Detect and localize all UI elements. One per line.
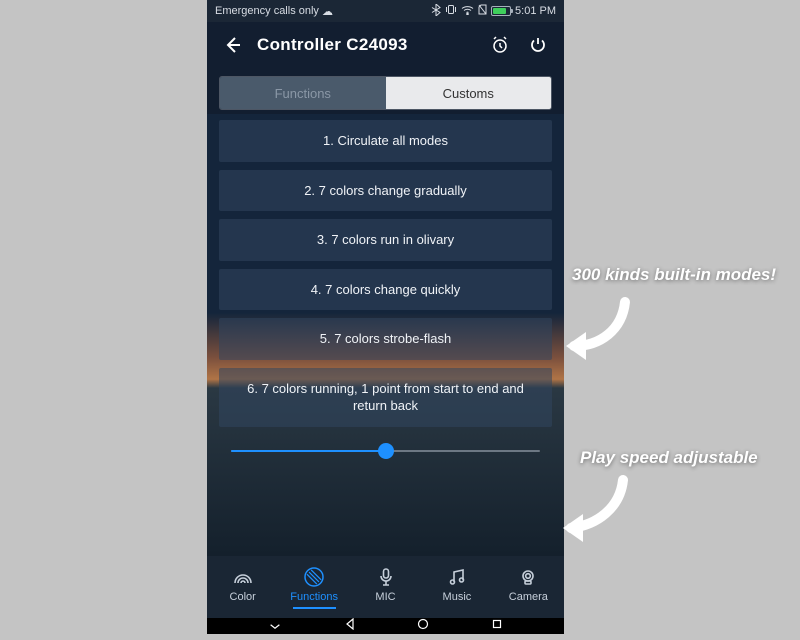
bottom-tab-bar: Color Functions MIC Music: [207, 556, 564, 618]
speed-slider[interactable]: [219, 427, 552, 469]
music-icon: [446, 566, 468, 588]
mode-item[interactable]: 5. 7 colors strobe-flash: [219, 318, 552, 360]
page-title: Controller C24093: [257, 35, 476, 55]
tab-functions-bottom[interactable]: Functions: [278, 556, 349, 618]
android-nav-bar: [207, 618, 564, 634]
mode-list: 1. Circulate all modes 2. 7 colors chang…: [219, 120, 552, 427]
bluetooth-icon: [431, 4, 441, 19]
mode-item[interactable]: 2. 7 colors change gradually: [219, 170, 552, 212]
mic-icon: [375, 566, 397, 588]
tab-mic[interactable]: MIC: [350, 556, 421, 618]
arrow-icon: [560, 290, 640, 370]
tab-color[interactable]: Color: [207, 556, 278, 618]
wifi-icon: [461, 5, 474, 18]
phone-frame: Emergency calls only ☁ 5:01 PM Controlle…: [207, 0, 564, 634]
arrow-icon: [555, 470, 635, 550]
vibrate-icon: [445, 4, 457, 18]
battery-icon: [491, 6, 511, 16]
annotation-modes: 300 kinds built-in modes!: [572, 265, 776, 285]
content-area: 1. Circulate all modes 2. 7 colors chang…: [207, 114, 564, 556]
carrier-text: Emergency calls only: [215, 5, 319, 17]
sim-icon: [478, 4, 487, 18]
rainbow-icon: [232, 566, 254, 588]
app-header: Controller C24093: [207, 22, 564, 68]
mode-item[interactable]: 1. Circulate all modes: [219, 120, 552, 162]
clock-text: 5:01 PM: [515, 5, 556, 17]
annotation-speed: Play speed adjustable: [580, 448, 758, 468]
hatch-icon: [303, 566, 325, 588]
cloud-icon: ☁: [322, 5, 333, 18]
alarm-button[interactable]: [486, 31, 514, 59]
mode-item[interactable]: 4. 7 colors change quickly: [219, 269, 552, 311]
tab-customs[interactable]: Customs: [386, 77, 552, 109]
tab-camera[interactable]: Camera: [493, 556, 564, 618]
mode-item[interactable]: 6. 7 colors running, 1 point from start …: [219, 368, 552, 427]
android-back-icon[interactable]: [344, 617, 356, 635]
power-button[interactable]: [524, 31, 552, 59]
tab-music[interactable]: Music: [421, 556, 492, 618]
back-button[interactable]: [219, 31, 247, 59]
tab-functions[interactable]: Functions: [220, 77, 386, 109]
android-home-icon[interactable]: [417, 617, 429, 635]
segmented-control: Functions Customs: [207, 68, 564, 114]
android-recents-icon[interactable]: [491, 617, 503, 635]
camera-icon: [517, 566, 539, 588]
mode-item[interactable]: 3. 7 colors run in olivary: [219, 219, 552, 261]
chevron-down-icon[interactable]: [268, 617, 282, 635]
status-bar: Emergency calls only ☁ 5:01 PM: [207, 0, 564, 22]
